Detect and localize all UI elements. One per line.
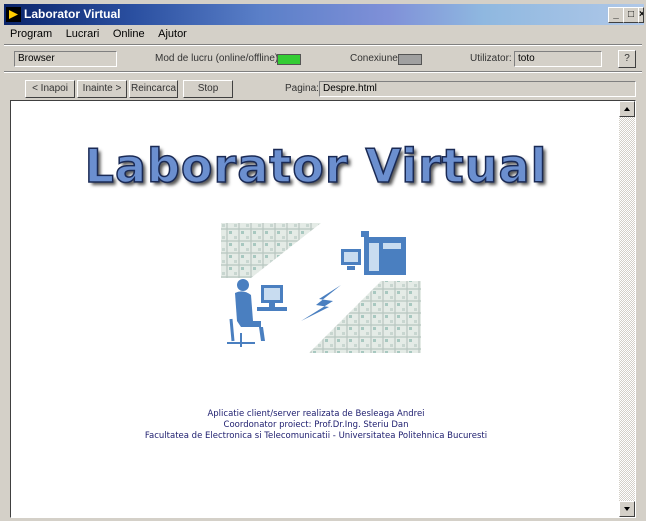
window-title: Laborator Virtual [24, 7, 121, 21]
arrow-up-icon [624, 107, 630, 111]
menu-divider [4, 44, 642, 46]
browser-content[interactable]: Laborator Virtual Aplicatie client/serve… [10, 100, 636, 518]
reload-button[interactable]: Reincarca [129, 80, 178, 98]
lightning-icon [301, 285, 341, 321]
arrow-down-icon [624, 507, 630, 511]
help-button[interactable]: ? [618, 50, 636, 68]
scroll-down-button[interactable] [619, 501, 635, 517]
app-window: Laborator Virtual _ □ × Program Lucrari … [0, 0, 646, 521]
map-fragment-top [221, 223, 321, 278]
mode-label: Mod de lucru (online/offline): [155, 53, 281, 64]
mode-field: Browser [14, 51, 117, 67]
scroll-up-button[interactable] [619, 101, 635, 117]
user-field[interactable]: toto [514, 51, 602, 67]
back-button[interactable]: < Inapoi [25, 80, 75, 98]
minimize-button[interactable]: _ [608, 7, 624, 23]
network-illustration [221, 223, 421, 353]
stop-button[interactable]: Stop [183, 80, 233, 98]
page-label: Pagina: [285, 83, 319, 94]
page-address-field[interactable]: Despre.html [319, 81, 636, 97]
menu-bar: Program Lucrari Online Ajutor [4, 27, 191, 43]
close-button[interactable]: × [638, 7, 644, 23]
map-fragment-bottom [309, 281, 421, 353]
menu-program[interactable]: Program [10, 28, 52, 40]
credits-block: Aplicatie client/server realizata de Bes… [11, 409, 621, 442]
credit-coordinator: Coordonator proiect: Prof.Dr.Ing. Steriu… [223, 420, 409, 430]
title-bar[interactable]: Laborator Virtual _ □ × [4, 4, 644, 25]
user-label: Utilizator: [470, 53, 512, 64]
menu-lucrari[interactable]: Lucrari [66, 28, 100, 40]
menu-online[interactable]: Online [113, 28, 145, 40]
credit-author: Aplicatie client/server realizata de Bes… [207, 409, 425, 419]
connection-led-indicator [398, 54, 422, 65]
page-heading: Laborator Virtual [84, 138, 548, 194]
app-icon [6, 7, 21, 22]
credit-institution: Facultatea de Electronica si Telecomunic… [144, 431, 488, 441]
operator-icon [227, 279, 287, 347]
toolbar-divider [4, 71, 642, 73]
forward-button[interactable]: Inainte > [77, 80, 127, 98]
vertical-scrollbar[interactable] [619, 101, 635, 517]
online-led-indicator [277, 54, 301, 65]
maximize-button[interactable]: □ [623, 7, 639, 23]
server-icon [341, 231, 406, 275]
connection-label: Conexiune: [350, 53, 401, 64]
menu-ajutor[interactable]: Ajutor [158, 28, 187, 40]
